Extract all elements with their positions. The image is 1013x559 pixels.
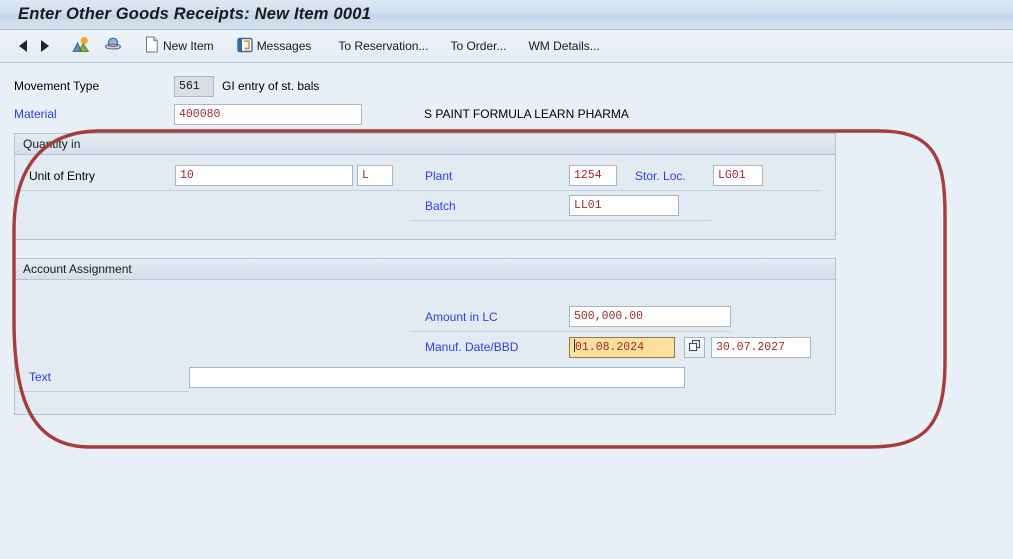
print-button[interactable]: [97, 33, 129, 60]
movement-type-description: GI entry of st. bals: [222, 79, 320, 93]
manuf-date-bbd-label: Manuf. Date/BBD: [425, 340, 519, 354]
material-input[interactable]: 400080: [174, 103, 362, 125]
bbd-input[interactable]: 30.07.2027: [711, 336, 811, 358]
new-item-button[interactable]: New Item: [138, 33, 221, 60]
wm-details-button[interactable]: WM Details...: [517, 33, 610, 60]
quantity-panel-header: Quantity in: [15, 134, 835, 155]
quantity-panel: Quantity in Unit of Entry 10 L Plant 125…: [14, 133, 836, 240]
to-order-label: To Order...: [450, 39, 507, 53]
quantity-panel-body: Unit of Entry 10 L Plant 1254 Stor. Loc.…: [15, 155, 835, 239]
messages-label: Messages: [256, 39, 312, 53]
unit-of-measure-input[interactable]: L: [357, 165, 393, 186]
messages-button[interactable]: Messages: [230, 33, 319, 60]
amount-in-lc-label: Amount in LC: [425, 309, 498, 324]
batch-input[interactable]: LL01: [569, 195, 679, 216]
unit-of-entry-input[interactable]: 10: [175, 165, 353, 186]
copy-overlap-icon: [688, 339, 701, 355]
plant-label: Plant: [425, 168, 453, 183]
unit-of-entry-row: Unit of Entry 10 L Plant 1254 Stor. Loc.…: [15, 161, 835, 191]
document-icon: [145, 36, 159, 56]
batch-label: Batch: [425, 198, 456, 213]
account-assignment-panel-header: Account Assignment: [15, 259, 835, 280]
account-assignment-panel-body: Amount in LC 500,000.00 Manuf. Date/BBD …: [15, 280, 835, 414]
manuf-date-value: 01.08.2024: [575, 340, 645, 354]
amount-in-lc-row: Amount in LC 500,000.00: [15, 302, 835, 332]
back-button[interactable]: [12, 33, 34, 60]
amount-in-lc-input[interactable]: 500,000.00: [569, 306, 731, 327]
material-description: S PAINT FORMULA LEARN PHARMA: [424, 107, 629, 121]
material-label: Material: [14, 107, 57, 121]
manuf-date-bbd-row: Manuf. Date/BBD 01.08.2024 30.07.2027: [15, 332, 835, 362]
triangle-right-icon: [41, 40, 49, 52]
movement-type-row: Movement Type 561 GI entry of st. bals: [0, 73, 1013, 99]
window-title-bar: Enter Other Goods Receipts: New Item 000…: [0, 0, 1013, 30]
forward-button[interactable]: [34, 33, 56, 60]
new-item-label: New Item: [163, 39, 214, 53]
stor-loc-label: Stor. Loc.: [635, 168, 686, 183]
movement-type-label: Movement Type: [14, 79, 100, 93]
unit-of-entry-label: Unit of Entry: [29, 168, 96, 183]
to-order-button[interactable]: To Order...: [439, 33, 517, 60]
print-icon: [104, 36, 122, 56]
text-row: Text: [15, 362, 835, 392]
application-toolbar: New Item Messages To Reservation... To O…: [0, 30, 1013, 63]
plant-input[interactable]: 1254: [569, 165, 617, 186]
landscape-button[interactable]: [65, 33, 97, 60]
stor-loc-input[interactable]: LG01: [713, 165, 763, 186]
manuf-date-picker-button[interactable]: [684, 336, 705, 358]
item-entry-form: Movement Type 561 GI entry of st. bals M…: [0, 63, 1013, 415]
movement-type-field: 561: [174, 75, 214, 97]
manuf-date-input[interactable]: 01.08.2024: [569, 336, 675, 358]
landscape-picture-icon: [72, 36, 90, 56]
messages-icon: [236, 37, 253, 56]
batch-row: Batch LL01: [15, 191, 835, 221]
wm-details-label: WM Details...: [528, 39, 600, 53]
to-reservation-button[interactable]: To Reservation...: [327, 33, 439, 60]
triangle-left-icon: [19, 40, 27, 52]
to-reservation-label: To Reservation...: [338, 39, 429, 53]
page-title: Enter Other Goods Receipts: New Item 000…: [18, 5, 371, 23]
text-input[interactable]: [189, 366, 685, 388]
account-assignment-panel: Account Assignment Amount in LC 500,000.…: [14, 258, 836, 415]
text-label: Text: [29, 369, 52, 384]
material-row: Material 400080 S PAINT FORMULA LEARN PH…: [0, 99, 1013, 129]
